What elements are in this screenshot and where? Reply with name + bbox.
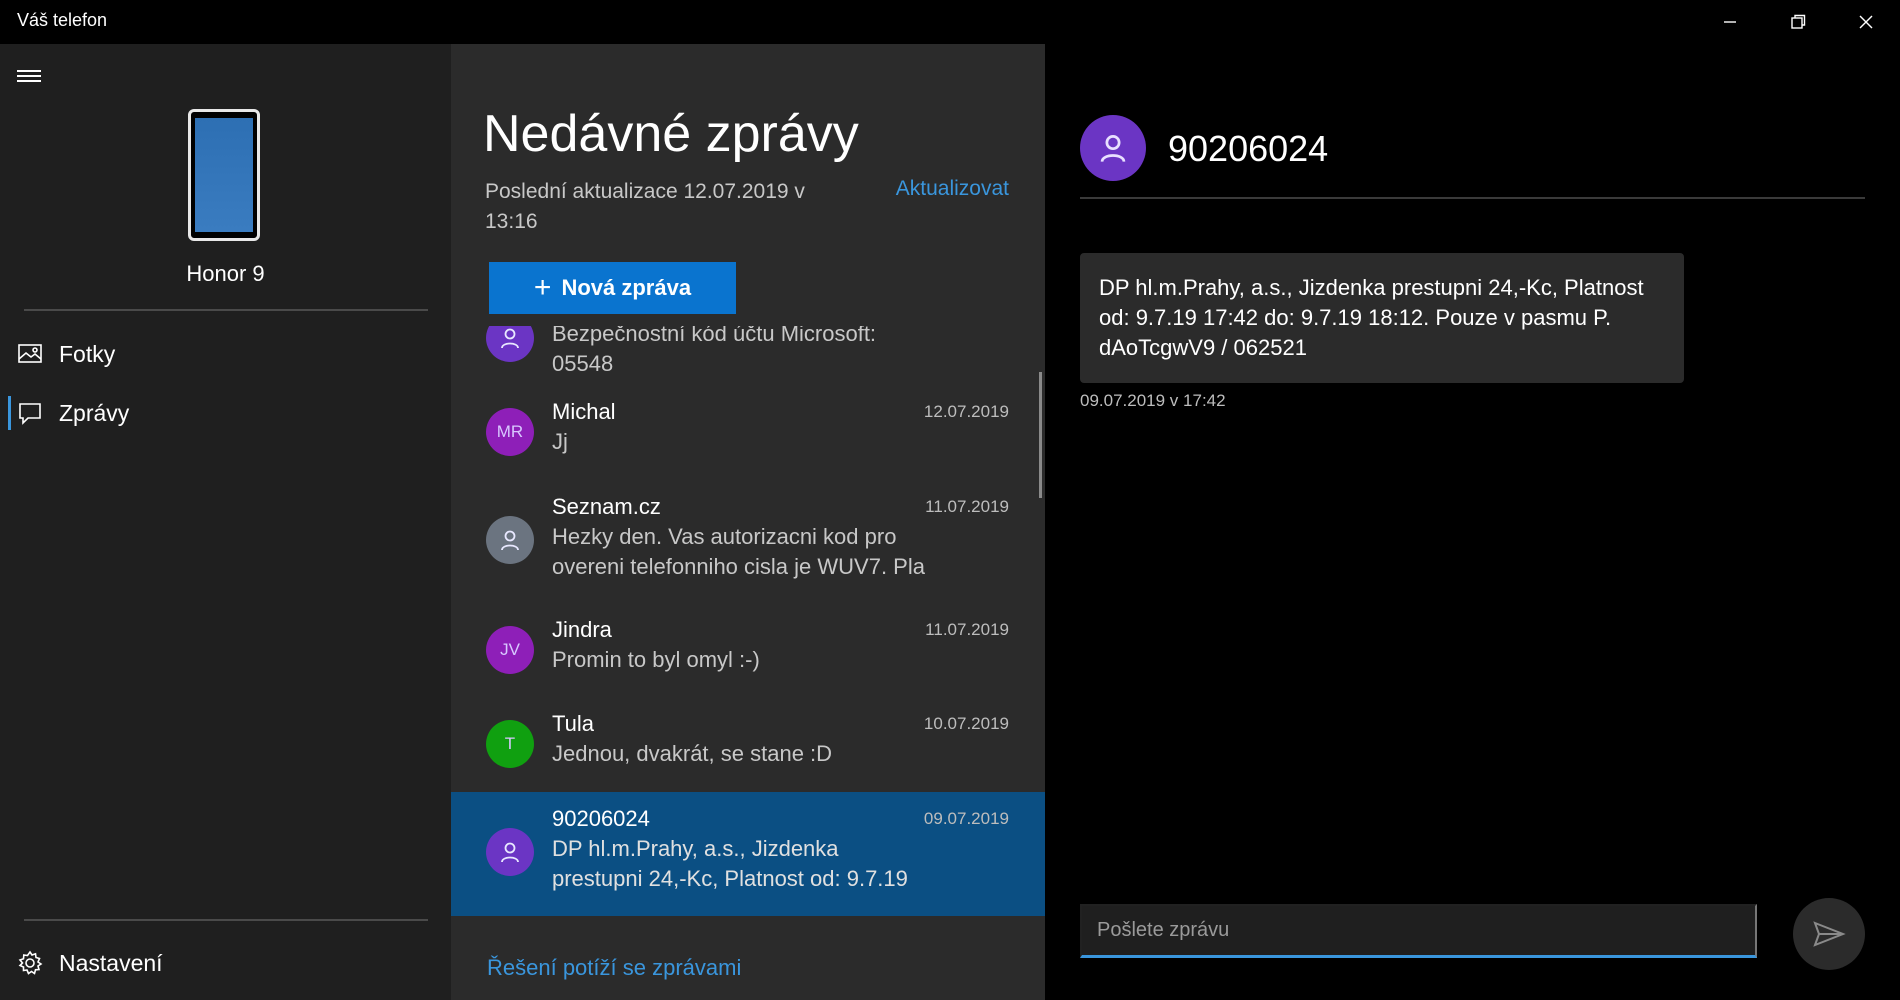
send-button[interactable] bbox=[1793, 898, 1865, 970]
list-item[interactable]: MR Michal 12.07.2019 Jj bbox=[451, 386, 1045, 480]
nav-item-label: Fotky bbox=[59, 340, 116, 367]
refresh-link[interactable]: Aktualizovat bbox=[896, 177, 1009, 201]
avatar bbox=[486, 326, 534, 362]
conversation-name: 90206024 bbox=[552, 806, 650, 831]
send-icon bbox=[1813, 921, 1846, 947]
restore-icon bbox=[1791, 14, 1806, 29]
contact-avatar bbox=[1080, 115, 1146, 181]
phone-screen bbox=[195, 118, 253, 232]
app-title: Váš telefon bbox=[17, 10, 108, 30]
conversation-name: Seznam.cz bbox=[552, 494, 661, 519]
conversation-preview: Jednou, dvakrát, se stane :D bbox=[552, 741, 833, 766]
conversation-date: 09.07.2019 bbox=[923, 809, 1009, 828]
troubleshoot-link[interactable]: Řešení potíží se zprávami bbox=[487, 955, 741, 981]
person-icon bbox=[501, 842, 519, 863]
avatar bbox=[486, 516, 534, 564]
new-message-button[interactable]: + Nová zpráva bbox=[489, 262, 736, 314]
conversation-pane: 90206024 DP hl.m.Prahy, a.s., Jizdenka p… bbox=[1045, 44, 1900, 1000]
conversation-date: 11.07.2019 bbox=[925, 497, 1009, 516]
active-indicator bbox=[8, 396, 11, 430]
nav-item-photos[interactable]: Fotky bbox=[0, 327, 451, 381]
hamburger-line bbox=[17, 75, 41, 77]
photos-icon bbox=[18, 344, 42, 363]
hamburger-menu-button[interactable] bbox=[17, 66, 43, 86]
compose-message-input[interactable] bbox=[1080, 904, 1757, 958]
close-button[interactable] bbox=[1832, 0, 1900, 44]
list-item-selected[interactable]: 90206024 09.07.2019 DP hl.m.Prahy, a.s.,… bbox=[451, 792, 1045, 916]
conversation-date: 10.07.2019 bbox=[923, 714, 1009, 733]
conversation-date: 11.07.2019 bbox=[925, 620, 1009, 639]
minimize-icon bbox=[1724, 21, 1736, 23]
person-icon bbox=[1100, 135, 1126, 163]
avatar: JV bbox=[486, 626, 534, 674]
gear-icon bbox=[18, 950, 43, 975]
conversation-name: Michal bbox=[552, 399, 616, 424]
conversation-preview: Promin to byl omyl :-) bbox=[552, 647, 760, 672]
restore-button[interactable] bbox=[1764, 0, 1832, 44]
left-navigation: Honor 9 Fotky Zprávy Nastavení bbox=[0, 44, 451, 1000]
nav-divider bbox=[24, 919, 428, 921]
nav-item-label: Nastavení bbox=[59, 949, 163, 976]
device-name: Honor 9 bbox=[186, 261, 265, 286]
list-item[interactable]: T Tula 10.07.2019 Jednou, dvakrát, se st… bbox=[451, 698, 1045, 792]
message-timestamp: 09.07.2019 v 17:42 bbox=[1080, 391, 1226, 410]
close-icon bbox=[1859, 15, 1873, 29]
nav-item-messages[interactable]: Zprávy bbox=[0, 386, 451, 440]
hamburger-line bbox=[17, 70, 41, 72]
new-message-label: Nová zpráva bbox=[561, 275, 692, 300]
avatar: MR bbox=[486, 408, 534, 456]
conversation-preview: Bezpečnostní kód účtu Microsoft: 05548 bbox=[552, 326, 877, 376]
nav-item-settings[interactable]: Nastavení bbox=[0, 936, 451, 990]
conversation-date: 12.07.2019 bbox=[923, 402, 1009, 421]
conversation-list: Bezpečnostní kód účtu Microsoft: 05548 M… bbox=[451, 326, 1045, 946]
last-update-text: Poslední aktualizace 12.07.2019 v 13:16 bbox=[485, 180, 805, 233]
conversation-name: Jindra bbox=[552, 617, 612, 642]
list-item[interactable]: Bezpečnostní kód účtu Microsoft: 05548 bbox=[451, 326, 1045, 386]
contact-name: 90206024 bbox=[1168, 128, 1329, 169]
title-bar: Váš telefon bbox=[0, 0, 1900, 44]
conversation-preview: Hezky den. Vas autorizacni kod pro overe… bbox=[552, 524, 925, 579]
avatar: T bbox=[486, 720, 534, 768]
person-icon bbox=[501, 530, 519, 551]
chat-icon bbox=[19, 403, 41, 425]
nav-item-label: Zprávy bbox=[59, 399, 130, 426]
minimize-button[interactable] bbox=[1696, 0, 1764, 44]
conversation-preview: DP hl.m.Prahy, a.s., Jizdenka prestupni … bbox=[552, 836, 908, 891]
scrollbar[interactable] bbox=[1039, 372, 1042, 498]
nav-divider bbox=[24, 309, 428, 311]
conversation-name: Tula bbox=[552, 711, 594, 736]
window-controls bbox=[1696, 0, 1900, 44]
avatar bbox=[486, 828, 534, 876]
conversation-preview: Jj bbox=[552, 429, 568, 454]
page-title: Nedávné zprávy bbox=[483, 105, 859, 163]
hamburger-line bbox=[17, 80, 41, 82]
phone-device-icon bbox=[188, 109, 260, 241]
message-bubble: DP hl.m.Prahy, a.s., Jizdenka prestupni … bbox=[1080, 253, 1684, 383]
person-icon bbox=[501, 328, 519, 349]
plus-icon: + bbox=[533, 271, 552, 304]
list-item[interactable]: JV Jindra 11.07.2019 Promin to byl omyl … bbox=[451, 604, 1045, 698]
list-item[interactable]: Seznam.cz 11.07.2019 Hezky den. Vas auto… bbox=[451, 480, 1045, 604]
message-list-pane: Nedávné zprávy Poslední aktualizace 12.0… bbox=[451, 44, 1045, 1000]
header-divider bbox=[1080, 197, 1865, 199]
